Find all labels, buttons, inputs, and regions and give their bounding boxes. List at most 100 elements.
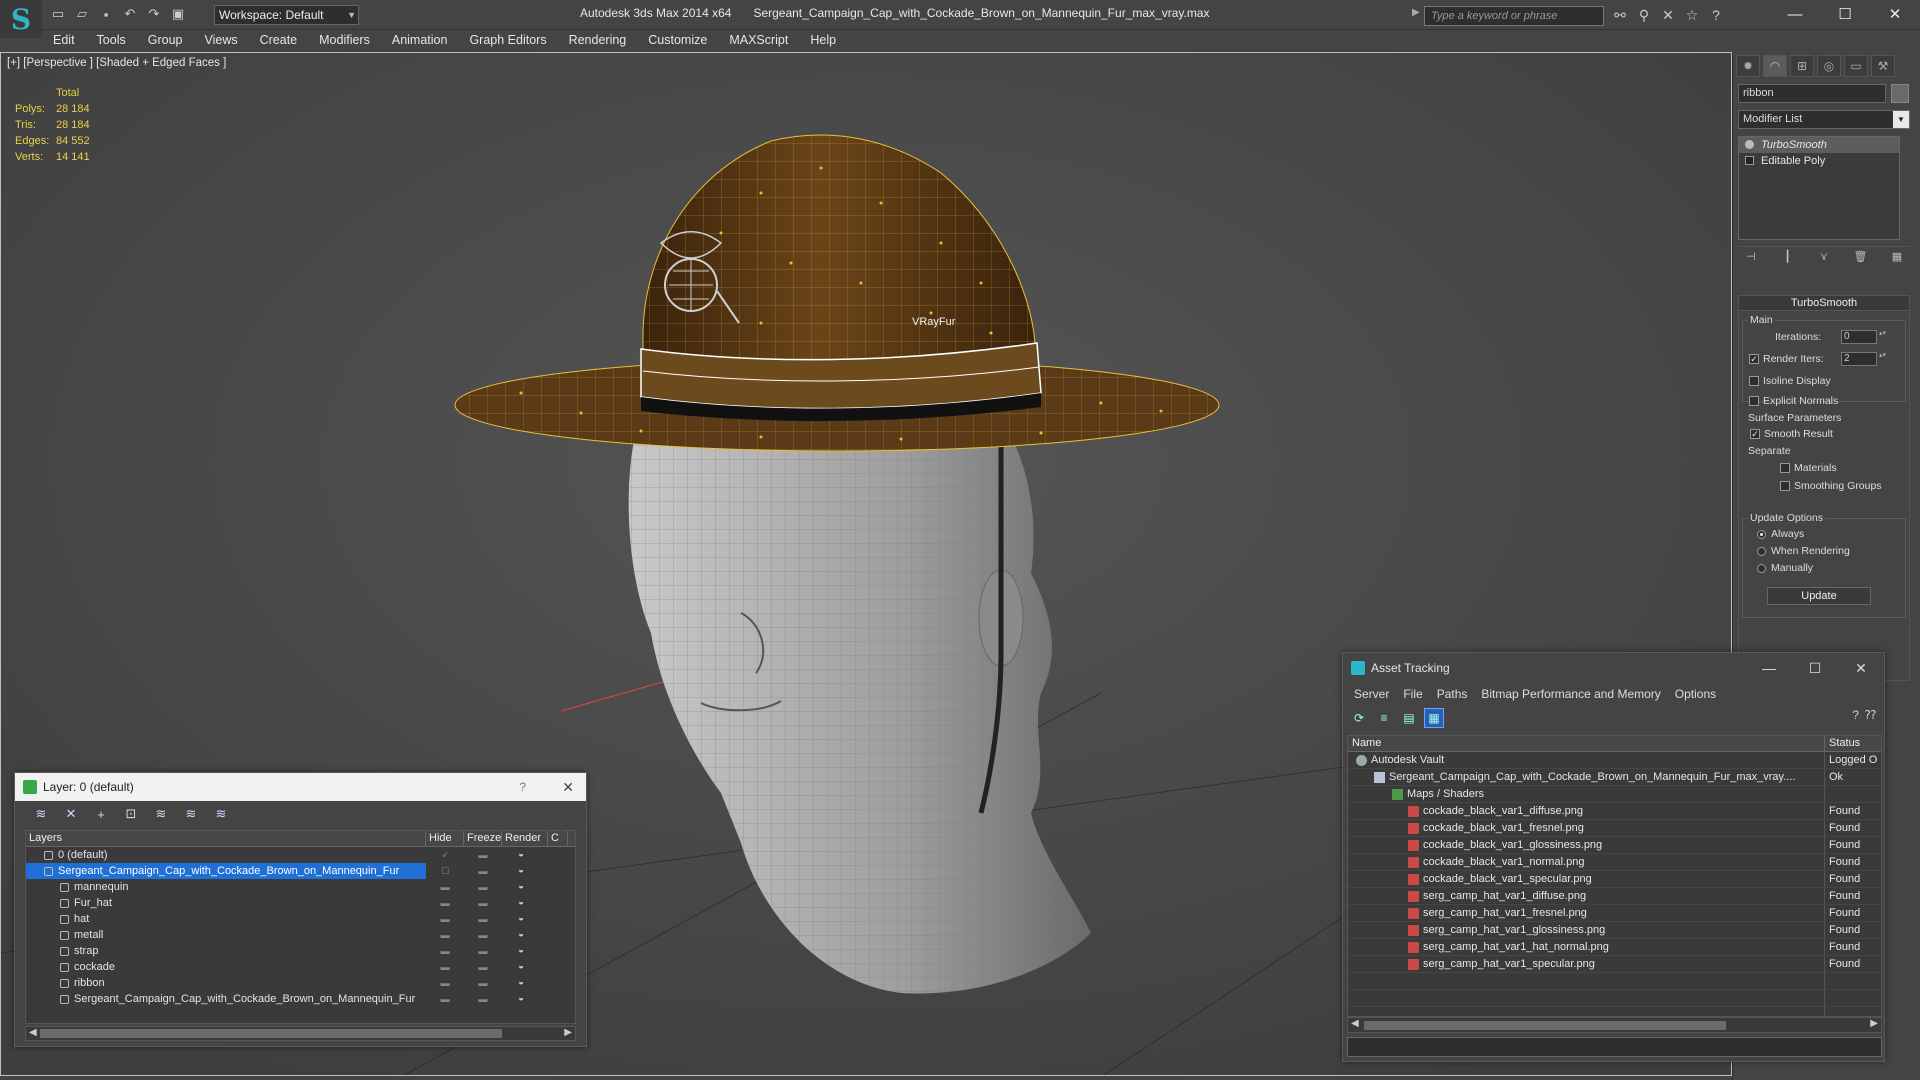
horizontal-scrollbar[interactable]: ◀ ▶ xyxy=(25,1026,576,1041)
viewport-label[interactable]: [+] [Perspective ] [Shaded + Edged Faces… xyxy=(7,57,226,69)
help-button[interactable]: ? xyxy=(519,773,526,801)
asset-row[interactable]: Sergeant_Campaign_Cap_with_Cockade_Brown… xyxy=(1348,769,1881,786)
display-tab-icon[interactable]: ▭ xyxy=(1844,55,1868,77)
layer-row[interactable]: 0 (default) ✓ ▬ ◒ xyxy=(26,847,575,863)
render-toggle-icon[interactable]: ◒ xyxy=(502,895,540,911)
asset-row[interactable]: cockade_black_var1_specular.png Found xyxy=(1348,871,1881,888)
configure-sets-icon[interactable]: ▦ xyxy=(1888,247,1906,265)
menu-file[interactable]: File xyxy=(1396,687,1429,701)
context-help-icon[interactable]: ⁇ xyxy=(1865,708,1876,722)
set-current-layer-icon[interactable]: ≋ xyxy=(179,804,203,824)
make-unique-icon[interactable]: ⋎ xyxy=(1815,247,1833,265)
motion-tab-icon[interactable]: ◎ xyxy=(1817,55,1841,77)
object-name-field[interactable]: ribbon xyxy=(1738,84,1886,103)
menu-customize[interactable]: Customize xyxy=(637,30,718,50)
maximize-button[interactable]: ☐ xyxy=(1820,0,1870,28)
hide-toggle[interactable]: ▬ xyxy=(426,911,464,927)
light-bulb-icon[interactable] xyxy=(1745,140,1754,149)
col-name[interactable]: Name xyxy=(1348,736,1825,751)
add-to-layer-icon[interactable]: + xyxy=(89,804,113,824)
col-hide[interactable]: Hide xyxy=(426,831,464,846)
freeze-toggle[interactable]: ▬ xyxy=(464,959,502,975)
select-layer-icon[interactable]: ≋ xyxy=(149,804,173,824)
asset-row[interactable]: serg_camp_hat_var1_glossiness.png Found xyxy=(1348,922,1881,939)
asset-row[interactable]: cockade_black_var1_glossiness.png Found xyxy=(1348,837,1881,854)
smooth-result-checkbox[interactable]: ✓ xyxy=(1750,429,1760,439)
minimize-button[interactable]: — xyxy=(1746,653,1792,683)
menu-server[interactable]: Server xyxy=(1347,687,1396,701)
col-layers[interactable]: Layers xyxy=(26,831,426,846)
refresh-icon[interactable]: ⟳ xyxy=(1349,708,1369,728)
menu-create[interactable]: Create xyxy=(249,30,309,50)
hide-toggle[interactable]: ▬ xyxy=(426,943,464,959)
asset-row[interactable]: serg_camp_hat_var1_fresnel.png Found xyxy=(1348,905,1881,922)
show-end-result-icon[interactable]: ┃ xyxy=(1779,247,1797,265)
pin-stack-icon[interactable]: ⊣ xyxy=(1742,247,1760,265)
update-button[interactable]: Update xyxy=(1767,587,1871,605)
render-toggle-icon[interactable]: ◒ xyxy=(502,879,540,895)
freeze-toggle[interactable]: ▬ xyxy=(464,911,502,927)
layer-row[interactable]: ribbon ▬ ▬ ◒ xyxy=(26,975,575,991)
col-color[interactable]: C xyxy=(548,831,568,846)
iterations-spinner[interactable]: 0 xyxy=(1841,330,1887,344)
scroll-right-icon[interactable]: ▶ xyxy=(1870,1018,1878,1029)
delete-layer-icon[interactable]: ✕ xyxy=(59,804,83,824)
render-iters-checkbox[interactable]: ✓ xyxy=(1749,354,1759,364)
favorites-star-icon[interactable]: ☆ xyxy=(1682,5,1702,25)
layer-row[interactable]: Fur_hat ▬ ▬ ◒ xyxy=(26,895,575,911)
scroll-left-icon[interactable]: ◀ xyxy=(1351,1018,1359,1029)
layer-window-titlebar[interactable]: Layer: 0 (default) ? ✕ xyxy=(15,773,586,801)
minimize-button[interactable]: — xyxy=(1770,0,1820,28)
utilities-tab-icon[interactable]: ⚒ xyxy=(1871,55,1895,77)
table-view-icon[interactable]: ▤ xyxy=(1399,708,1419,728)
asset-row[interactable]: Maps / Shaders xyxy=(1348,786,1881,803)
col-freeze[interactable]: Freeze xyxy=(464,831,502,846)
hide-all-layers-icon[interactable]: ≋ xyxy=(209,804,233,824)
remove-modifier-icon[interactable]: 🗑 xyxy=(1852,247,1870,265)
stack-item-turbosmooth[interactable]: TurboSmooth xyxy=(1739,137,1899,153)
freeze-toggle[interactable]: ▬ xyxy=(464,847,502,863)
redo-icon[interactable]: ↷ xyxy=(144,4,164,24)
freeze-toggle[interactable]: ▬ xyxy=(464,991,502,1007)
menu-help[interactable]: Help xyxy=(799,30,847,50)
asset-row[interactable]: cockade_black_var1_fresnel.png Found xyxy=(1348,820,1881,837)
hide-toggle[interactable]: ▬ xyxy=(426,991,464,1007)
rollout-title[interactable]: TurboSmooth xyxy=(1739,296,1909,311)
render-toggle-icon[interactable]: ◒ xyxy=(502,959,540,975)
layer-row[interactable]: mannequin ▬ ▬ ◒ xyxy=(26,879,575,895)
render-toggle-icon[interactable]: ◒ xyxy=(502,927,540,943)
grid-view-icon[interactable]: ▦ xyxy=(1424,708,1444,728)
menu-options[interactable]: Options xyxy=(1668,687,1723,701)
create-layer-icon[interactable]: ≋ xyxy=(29,804,53,824)
menu-bitmap-performance[interactable]: Bitmap Performance and Memory xyxy=(1474,687,1667,701)
list-view-icon[interactable]: ≡ xyxy=(1374,708,1394,728)
binoculars-icon[interactable]: ⚯ xyxy=(1610,5,1630,25)
hide-toggle[interactable]: ☐ xyxy=(426,863,464,879)
freeze-toggle[interactable]: ▬ xyxy=(464,943,502,959)
close-icon[interactable]: ✕ xyxy=(562,773,574,801)
menu-rendering[interactable]: Rendering xyxy=(558,30,638,50)
layer-row[interactable]: Sergeant_Campaign_Cap_with_Cockade_Brown… xyxy=(26,991,575,1007)
close-button[interactable]: ✕ xyxy=(1838,653,1884,683)
project-folder-icon[interactable]: ▣ xyxy=(168,4,188,24)
hide-toggle[interactable]: ▬ xyxy=(426,959,464,975)
render-toggle-icon[interactable]: ◒ xyxy=(502,863,540,879)
asset-row[interactable]: serg_camp_hat_var1_specular.png Found xyxy=(1348,956,1881,973)
hierarchy-tab-icon[interactable]: ⊞ xyxy=(1790,55,1814,77)
workspace-dropdown[interactable]: Workspace: Default ▼ xyxy=(214,5,359,25)
render-toggle-icon[interactable]: ◒ xyxy=(502,991,540,1007)
new-file-icon[interactable]: ▭ xyxy=(48,4,68,24)
hide-toggle[interactable]: ▬ xyxy=(426,927,464,943)
freeze-toggle[interactable]: ▬ xyxy=(464,879,502,895)
layer-row[interactable]: metall ▬ ▬ ◒ xyxy=(26,927,575,943)
freeze-toggle[interactable]: ▬ xyxy=(464,975,502,991)
layer-row[interactable]: strap ▬ ▬ ◒ xyxy=(26,943,575,959)
subscription-icon[interactable]: ⚲ xyxy=(1634,5,1654,25)
asset-window-titlebar[interactable]: Asset Tracking — ☐ ✕ xyxy=(1343,653,1884,683)
layer-row[interactable]: Sergeant_Campaign_Cap_with_Cockade_Brown… xyxy=(26,863,575,879)
create-tab-icon[interactable]: ✹ xyxy=(1736,55,1760,77)
open-file-icon[interactable]: ▱ xyxy=(72,4,92,24)
scrollbar-thumb[interactable] xyxy=(40,1029,502,1038)
stack-item-editable-poly[interactable]: Editable Poly xyxy=(1739,153,1899,169)
scroll-left-icon[interactable]: ◀ xyxy=(29,1027,37,1038)
